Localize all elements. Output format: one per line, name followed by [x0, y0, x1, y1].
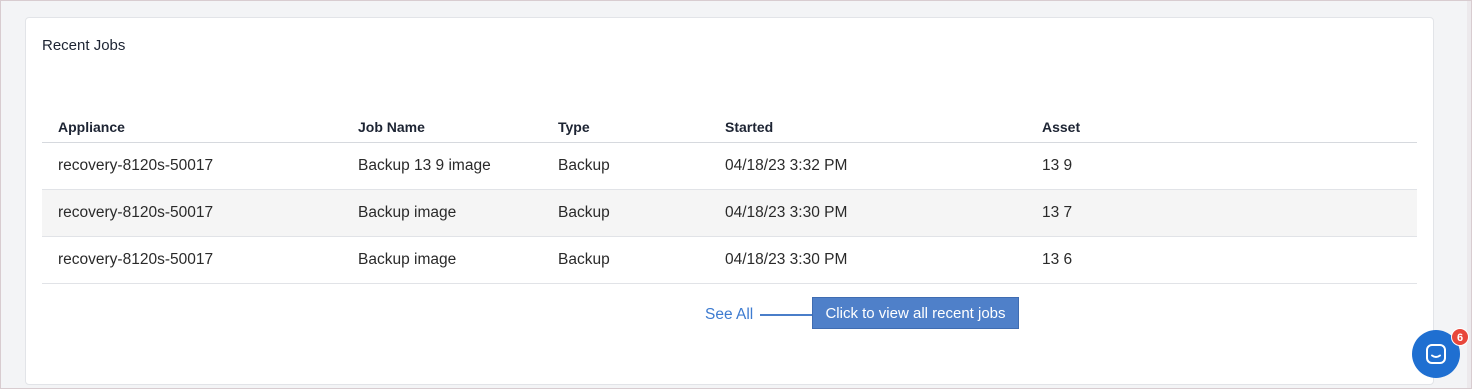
cell-appliance: recovery-8120s-50017: [58, 251, 214, 268]
recent-jobs-table: Appliance Job Name Type Started Asset re…: [42, 115, 1417, 284]
callout-connector: [760, 314, 812, 316]
column-header-job-name[interactable]: Job Name: [358, 119, 425, 135]
cell-started: 04/18/23 3:32 PM: [725, 157, 848, 174]
cell-type: Backup: [558, 204, 610, 221]
card-title: Recent Jobs: [42, 37, 126, 54]
column-header-asset[interactable]: Asset: [1042, 119, 1080, 135]
see-all-link[interactable]: See All: [705, 306, 753, 324]
table-row[interactable]: recovery-8120s-50017 Backup image Backup…: [42, 237, 1417, 284]
column-header-started[interactable]: Started: [725, 119, 773, 135]
notification-badge: 6: [1451, 328, 1469, 346]
cell-asset: 13 9: [1042, 157, 1073, 174]
cell-appliance: recovery-8120s-50017: [58, 157, 214, 174]
cell-appliance: recovery-8120s-50017: [58, 204, 214, 221]
cell-type: Backup: [558, 157, 610, 174]
chat-bubble-icon: [1426, 344, 1446, 364]
cell-asset: 13 6: [1042, 251, 1073, 268]
callout-tooltip: Click to view all recent jobs: [812, 297, 1019, 329]
cell-job-name: Backup image: [358, 251, 457, 268]
cell-asset: 13 7: [1042, 204, 1073, 221]
cell-started: 04/18/23 3:30 PM: [725, 251, 848, 268]
table-header: Appliance Job Name Type Started Asset: [42, 115, 1417, 143]
cell-job-name: Backup image: [358, 204, 457, 221]
scrollbar-track[interactable]: [1467, 1, 1471, 388]
recent-jobs-card: Recent Jobs Appliance Job Name Type Star…: [25, 17, 1434, 385]
table-row[interactable]: recovery-8120s-50017 Backup image Backup…: [42, 190, 1417, 237]
cell-started: 04/18/23 3:30 PM: [725, 204, 848, 221]
column-header-type[interactable]: Type: [558, 119, 590, 135]
cell-type: Backup: [558, 251, 610, 268]
cell-job-name: Backup 13 9 image: [358, 157, 491, 174]
app-frame: Recent Jobs Appliance Job Name Type Star…: [0, 0, 1472, 389]
table-row[interactable]: recovery-8120s-50017 Backup 13 9 image B…: [42, 143, 1417, 190]
column-header-appliance[interactable]: Appliance: [58, 119, 125, 135]
